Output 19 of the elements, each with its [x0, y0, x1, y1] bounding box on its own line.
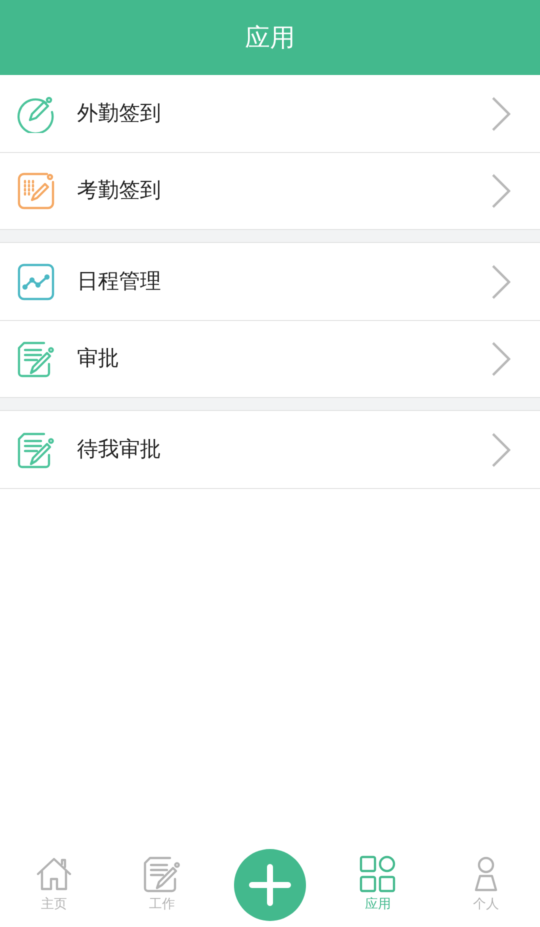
- document-pencil-icon: [143, 854, 181, 893]
- chevron-right-icon: [490, 264, 512, 300]
- pencil-circle-icon: [17, 94, 55, 132]
- document-pencil-icon: [17, 430, 55, 468]
- document-pencil-icon: [17, 340, 55, 378]
- calendar-pencil-icon: [17, 172, 55, 210]
- list-item[interactable]: 审批: [0, 320, 540, 397]
- plus-icon: [248, 862, 292, 906]
- line-chart-icon: [17, 262, 55, 300]
- list-item[interactable]: 考勤签到: [0, 152, 540, 229]
- apps-grid-icon: [359, 854, 397, 893]
- chevron-right-icon: [490, 173, 512, 209]
- page-title: 应用: [245, 22, 295, 54]
- list-item[interactable]: 待我审批: [0, 411, 540, 488]
- chevron-right-icon: [490, 341, 512, 377]
- list-item[interactable]: 日程管理: [0, 243, 540, 320]
- chevron-right-icon: [490, 432, 512, 468]
- list-item[interactable]: 外勤签到: [0, 75, 540, 152]
- chevron-right-icon: [490, 96, 512, 132]
